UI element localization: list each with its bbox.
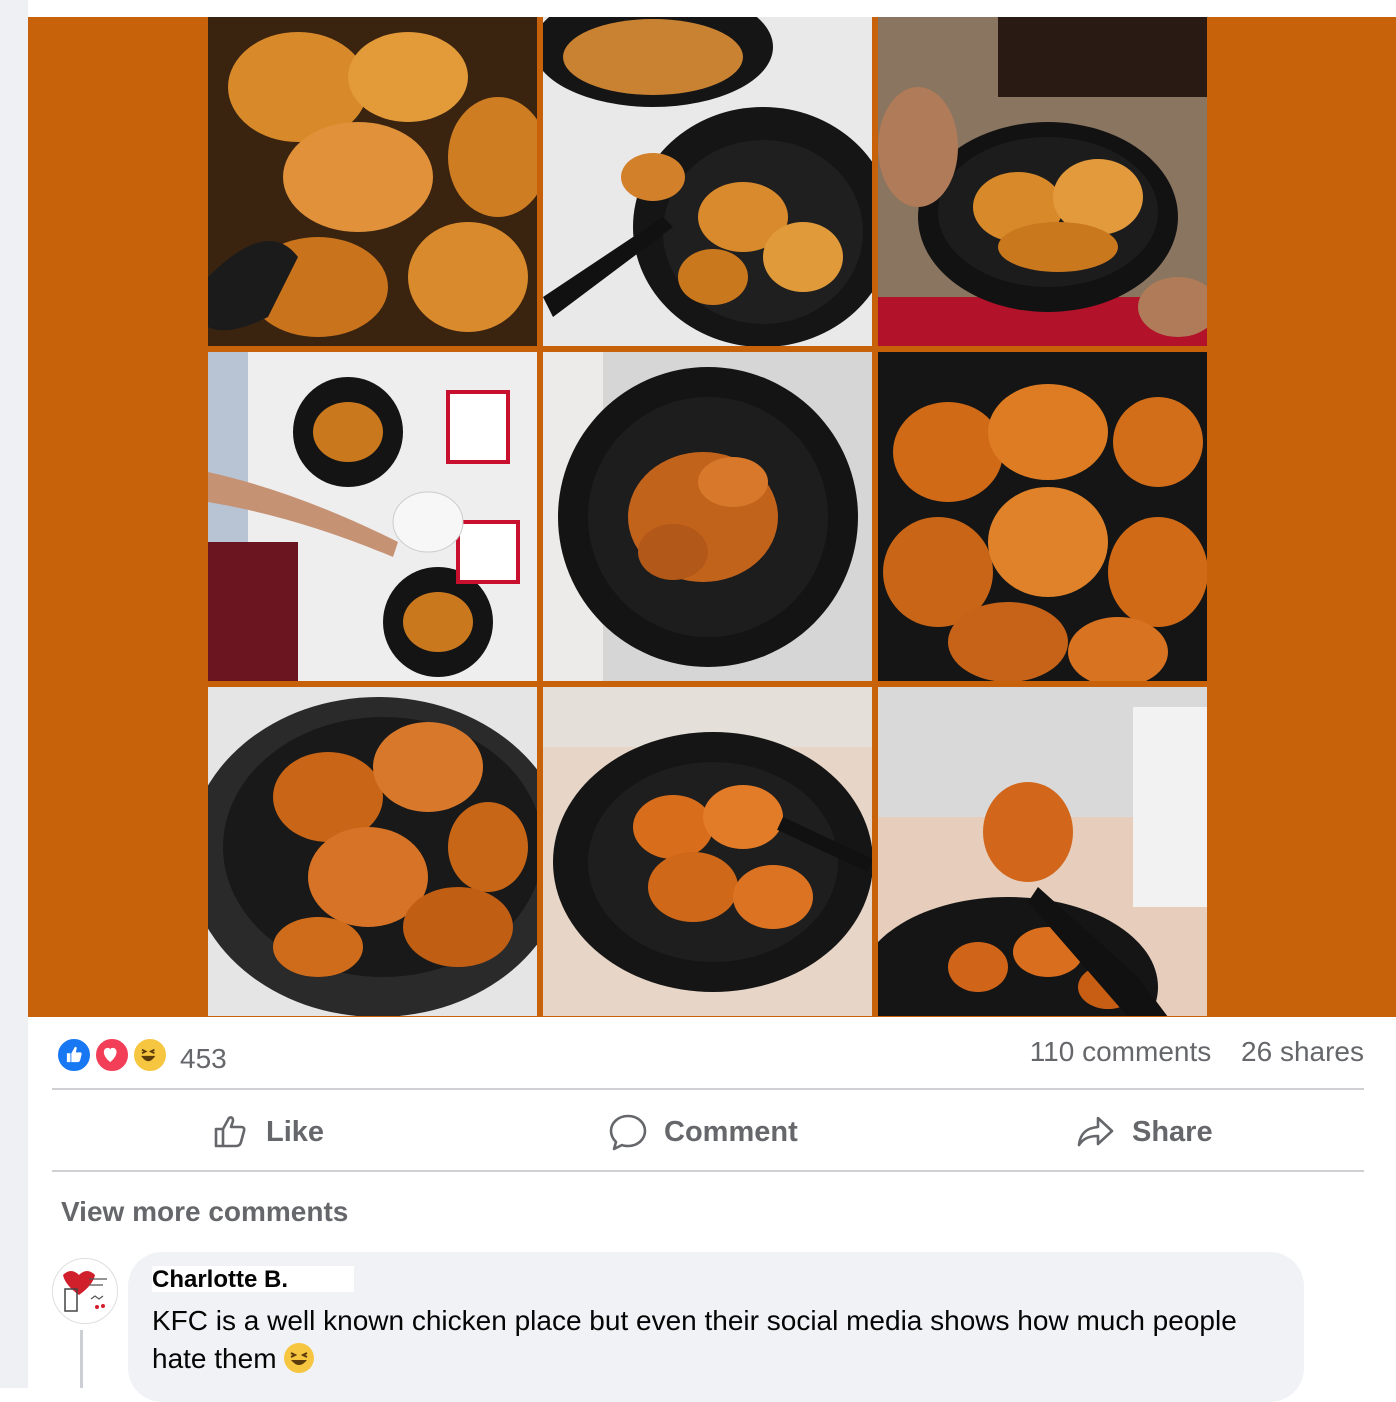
comment-text: KFC is a well known chicken place but ev… [152,1302,1272,1378]
comment-thread-line [80,1330,83,1388]
laughing-emoji-icon [284,1343,315,1373]
reaction-count: 453 [180,1043,227,1074]
like-label: Like [266,1115,325,1148]
page-gutter [0,0,28,1388]
shares-count-link[interactable]: 26 shares [1241,1036,1364,1067]
stats-divider [52,1088,1364,1090]
engagement-counts: 110 comments 26 shares [1008,1036,1364,1068]
love-icon [94,1037,130,1073]
photo-grid[interactable] [208,17,1208,1017]
share-button[interactable]: Share [1076,1092,1213,1172]
like-button[interactable]: Like [210,1092,324,1172]
avatar[interactable] [52,1258,118,1324]
post-action-bar: Like Comment Share [52,1092,1364,1172]
photo-tile[interactable] [878,352,1207,681]
photo-tile[interactable] [543,17,872,346]
thumbs-up-icon [214,1116,246,1148]
photo-tile[interactable] [543,687,872,1016]
comment-body: KFC is a well known chicken place but ev… [152,1305,1237,1374]
photo-tile[interactable] [208,687,537,1016]
photo-tile[interactable] [208,17,537,346]
post-media[interactable] [28,17,1396,1017]
comment-label: Comment [664,1115,798,1148]
comment-icon [609,1114,647,1151]
photo-tile[interactable] [543,352,872,681]
share-label: Share [1132,1115,1213,1148]
share-icon [1077,1116,1114,1147]
comment-button[interactable]: Comment [608,1092,798,1172]
post-top-edge [28,0,1396,17]
commenter-name[interactable]: Charlotte B. [152,1266,354,1292]
like-icon [56,1037,92,1073]
post-stats: 453 110 comments 26 shares [52,1030,1364,1082]
photo-tile[interactable] [208,352,537,681]
comment-bubble: Charlotte B. KFC is a well known chicken… [128,1252,1304,1402]
photo-tile[interactable] [878,687,1207,1016]
comments-count-link[interactable]: 110 comments [1030,1036,1212,1067]
photo-tile[interactable] [878,17,1207,346]
actions-divider [52,1170,1364,1172]
view-more-comments-link[interactable]: View more comments [61,1196,348,1228]
haha-icon [132,1037,168,1073]
